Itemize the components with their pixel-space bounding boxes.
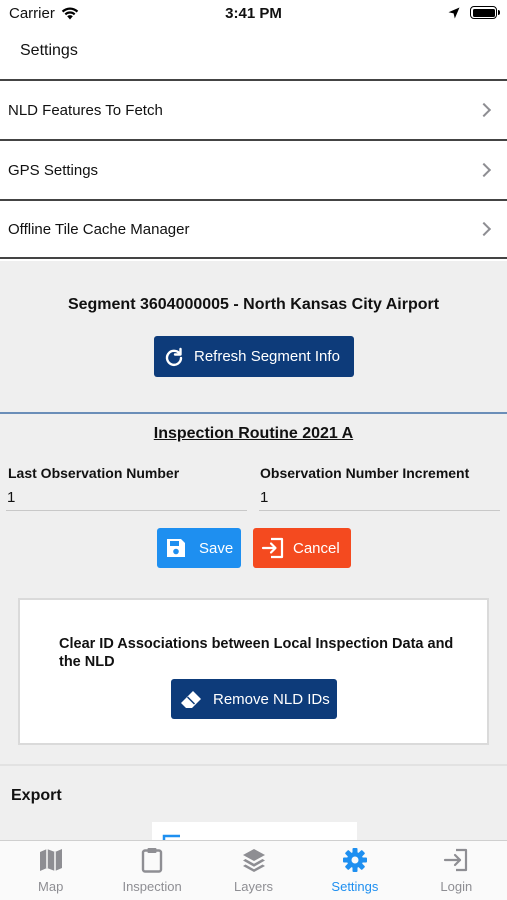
section-divider [0, 412, 507, 414]
status-time: 3:41 PM [225, 5, 282, 22]
status-bar: Carrier 3:41 PM [0, 0, 507, 28]
observation-increment-label: Observation Number Increment [260, 465, 470, 481]
observation-increment-input[interactable]: 1 [259, 489, 500, 511]
routine-title: Inspection Routine 2021 A [153, 425, 354, 442]
tab-label: Inspection [122, 879, 182, 894]
page-title: Settings [20, 42, 78, 59]
remove-button-label: Remove NLD IDs [213, 690, 330, 708]
cancel-button[interactable]: Cancel [253, 528, 351, 568]
floppy-disk-icon [167, 539, 185, 557]
menu-item-label: GPS Settings [8, 161, 99, 179]
tab-label: Settings [331, 879, 379, 894]
chevron-right-icon [476, 221, 492, 237]
clipboard-icon [141, 848, 163, 873]
location-arrow-icon [448, 7, 460, 18]
tab-settings[interactable]: Settings [304, 841, 405, 900]
tab-map[interactable]: Map [0, 841, 101, 900]
refresh-icon [165, 347, 183, 366]
remove-nld-ids-button[interactable]: Remove NLD IDs [171, 679, 337, 719]
menu-item-label: Offline Tile Cache Manager [8, 220, 190, 238]
save-button[interactable]: Save [157, 528, 241, 568]
segment-title: Segment 3604000005 - North Kansas City A… [67, 296, 440, 313]
login-icon [444, 848, 468, 872]
save-button-label: Save [199, 539, 234, 557]
chevron-right-icon [476, 102, 492, 118]
status-right [448, 6, 500, 19]
refresh-segment-button[interactable]: Refresh Segment Info [154, 336, 354, 377]
tab-bar: Map Inspection Layers Settings Login [0, 840, 507, 900]
battery-icon [470, 6, 500, 19]
export-button-partial[interactable] [152, 822, 357, 842]
tab-label: Login [440, 879, 473, 894]
clear-associations-text: Clear ID Associations between Local Insp… [59, 636, 454, 670]
tab-layers[interactable]: Layers [203, 841, 304, 900]
last-observation-input[interactable]: 1 [6, 489, 247, 511]
export-divider [0, 764, 507, 766]
tab-label: Layers [234, 879, 274, 894]
map-icon [39, 849, 62, 871]
tab-login[interactable]: Login [406, 841, 507, 900]
settings-menu: NLD Features To Fetch GPS Settings Offli… [0, 79, 507, 259]
menu-item-offline-tile-cache[interactable]: Offline Tile Cache Manager [0, 199, 507, 259]
sign-in-icon [261, 537, 284, 559]
menu-item-nld-features[interactable]: NLD Features To Fetch [0, 79, 507, 139]
menu-item-gps-settings[interactable]: GPS Settings [0, 139, 507, 199]
clear-associations-card: Clear ID Associations between Local Insp… [18, 598, 489, 745]
export-heading: Export [11, 787, 62, 804]
eraser-icon [181, 691, 201, 708]
menu-item-label: NLD Features To Fetch [8, 101, 163, 119]
refresh-button-label: Refresh Segment Info [194, 348, 340, 365]
last-observation-label: Last Observation Number [8, 465, 180, 481]
gear-icon [342, 848, 367, 872]
layers-icon [242, 849, 265, 872]
tab-inspection[interactable]: Inspection [101, 841, 202, 900]
tab-label: Map [38, 879, 64, 894]
cancel-button-label: Cancel [293, 539, 340, 557]
chevron-right-icon [476, 162, 492, 178]
